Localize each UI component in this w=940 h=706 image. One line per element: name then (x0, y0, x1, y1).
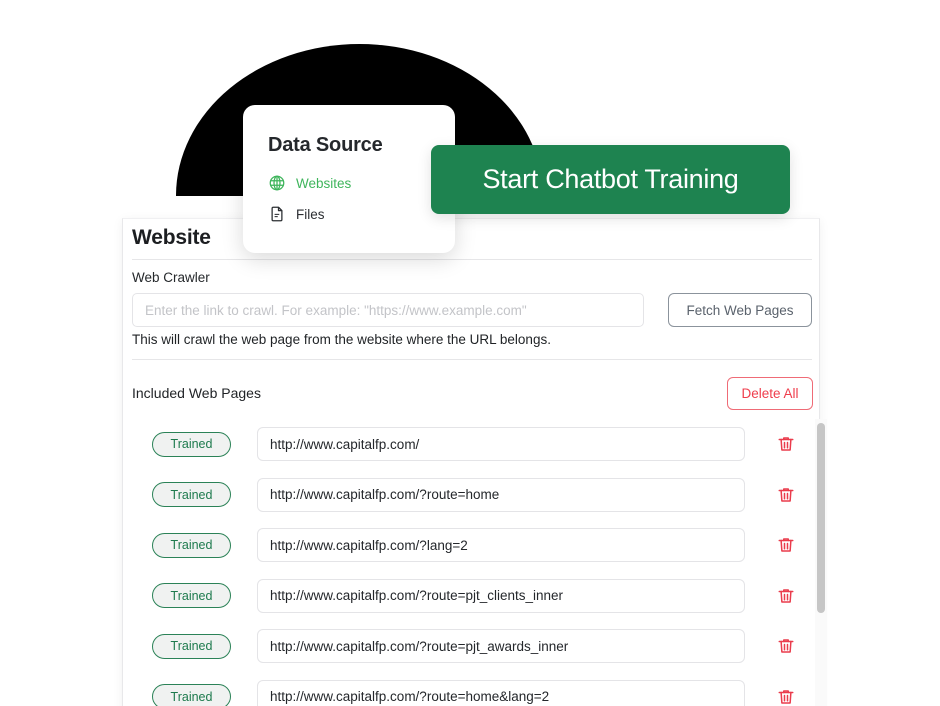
status-badge: Trained (152, 532, 231, 558)
fetch-web-pages-button[interactable]: Fetch Web Pages (668, 293, 812, 327)
included-web-pages-list: Trained Trained Trained Trained Trained Train… (132, 419, 812, 706)
globe-icon (268, 174, 286, 192)
data-source-item-websites[interactable]: Websites (268, 174, 351, 192)
status-badge: Trained (152, 482, 231, 508)
list-scrollbar-thumb[interactable] (817, 423, 825, 613)
url-input[interactable] (257, 528, 745, 563)
web-crawler-row: Fetch Web Pages (132, 293, 812, 327)
website-panel: Website Web Crawler Fetch Web Pages This… (122, 218, 827, 706)
status-badge: Trained (152, 633, 231, 659)
trash-icon (778, 690, 794, 704)
divider-top (132, 259, 812, 260)
list-scrollbar-track[interactable] (815, 419, 827, 706)
screenshot-stage: Website Web Crawler Fetch Web Pages This… (0, 0, 940, 706)
data-source-title: Data Source (268, 134, 383, 156)
delete-all-button[interactable]: Delete All (727, 377, 813, 410)
divider-middle (132, 359, 812, 360)
trash-icon (778, 589, 794, 603)
included-web-pages-label: Included Web Pages (132, 385, 261, 401)
crawler-url-input[interactable] (132, 293, 644, 327)
table-row: Trained (132, 470, 812, 521)
data-source-item-websites-label: Websites (296, 175, 352, 191)
delete-row-button[interactable] (775, 634, 797, 658)
web-crawler-label: Web Crawler (132, 270, 210, 285)
url-input[interactable] (257, 578, 745, 613)
page-title: Website (132, 226, 211, 249)
table-row: Trained (132, 419, 812, 470)
delete-row-button[interactable] (775, 483, 797, 507)
table-row: Trained (132, 520, 812, 571)
url-input[interactable] (257, 477, 745, 512)
start-chatbot-training-button[interactable]: Start Chatbot Training (431, 145, 790, 214)
crawler-helper-text: This will crawl the web page from the we… (132, 332, 551, 347)
url-input[interactable] (257, 679, 745, 706)
trash-icon (778, 437, 794, 451)
table-row: Trained (132, 571, 812, 622)
url-input[interactable] (257, 427, 745, 462)
delete-row-button[interactable] (775, 533, 797, 557)
delete-row-button[interactable] (775, 584, 797, 608)
trash-icon (778, 488, 794, 502)
table-row: Trained (132, 621, 812, 672)
file-document-icon (268, 205, 286, 223)
trash-icon (778, 538, 794, 552)
status-badge: Trained (152, 583, 231, 609)
status-badge: Trained (152, 684, 231, 706)
status-badge: Trained (152, 431, 231, 457)
data-source-item-files[interactable]: Files (268, 205, 325, 223)
table-row: Trained (132, 672, 812, 706)
data-source-card: Data Source Websites Files (243, 105, 455, 253)
data-source-item-files-label: Files (296, 206, 325, 222)
delete-row-button[interactable] (775, 685, 797, 706)
trash-icon (778, 639, 794, 653)
delete-row-button[interactable] (775, 432, 797, 456)
url-input[interactable] (257, 629, 745, 664)
